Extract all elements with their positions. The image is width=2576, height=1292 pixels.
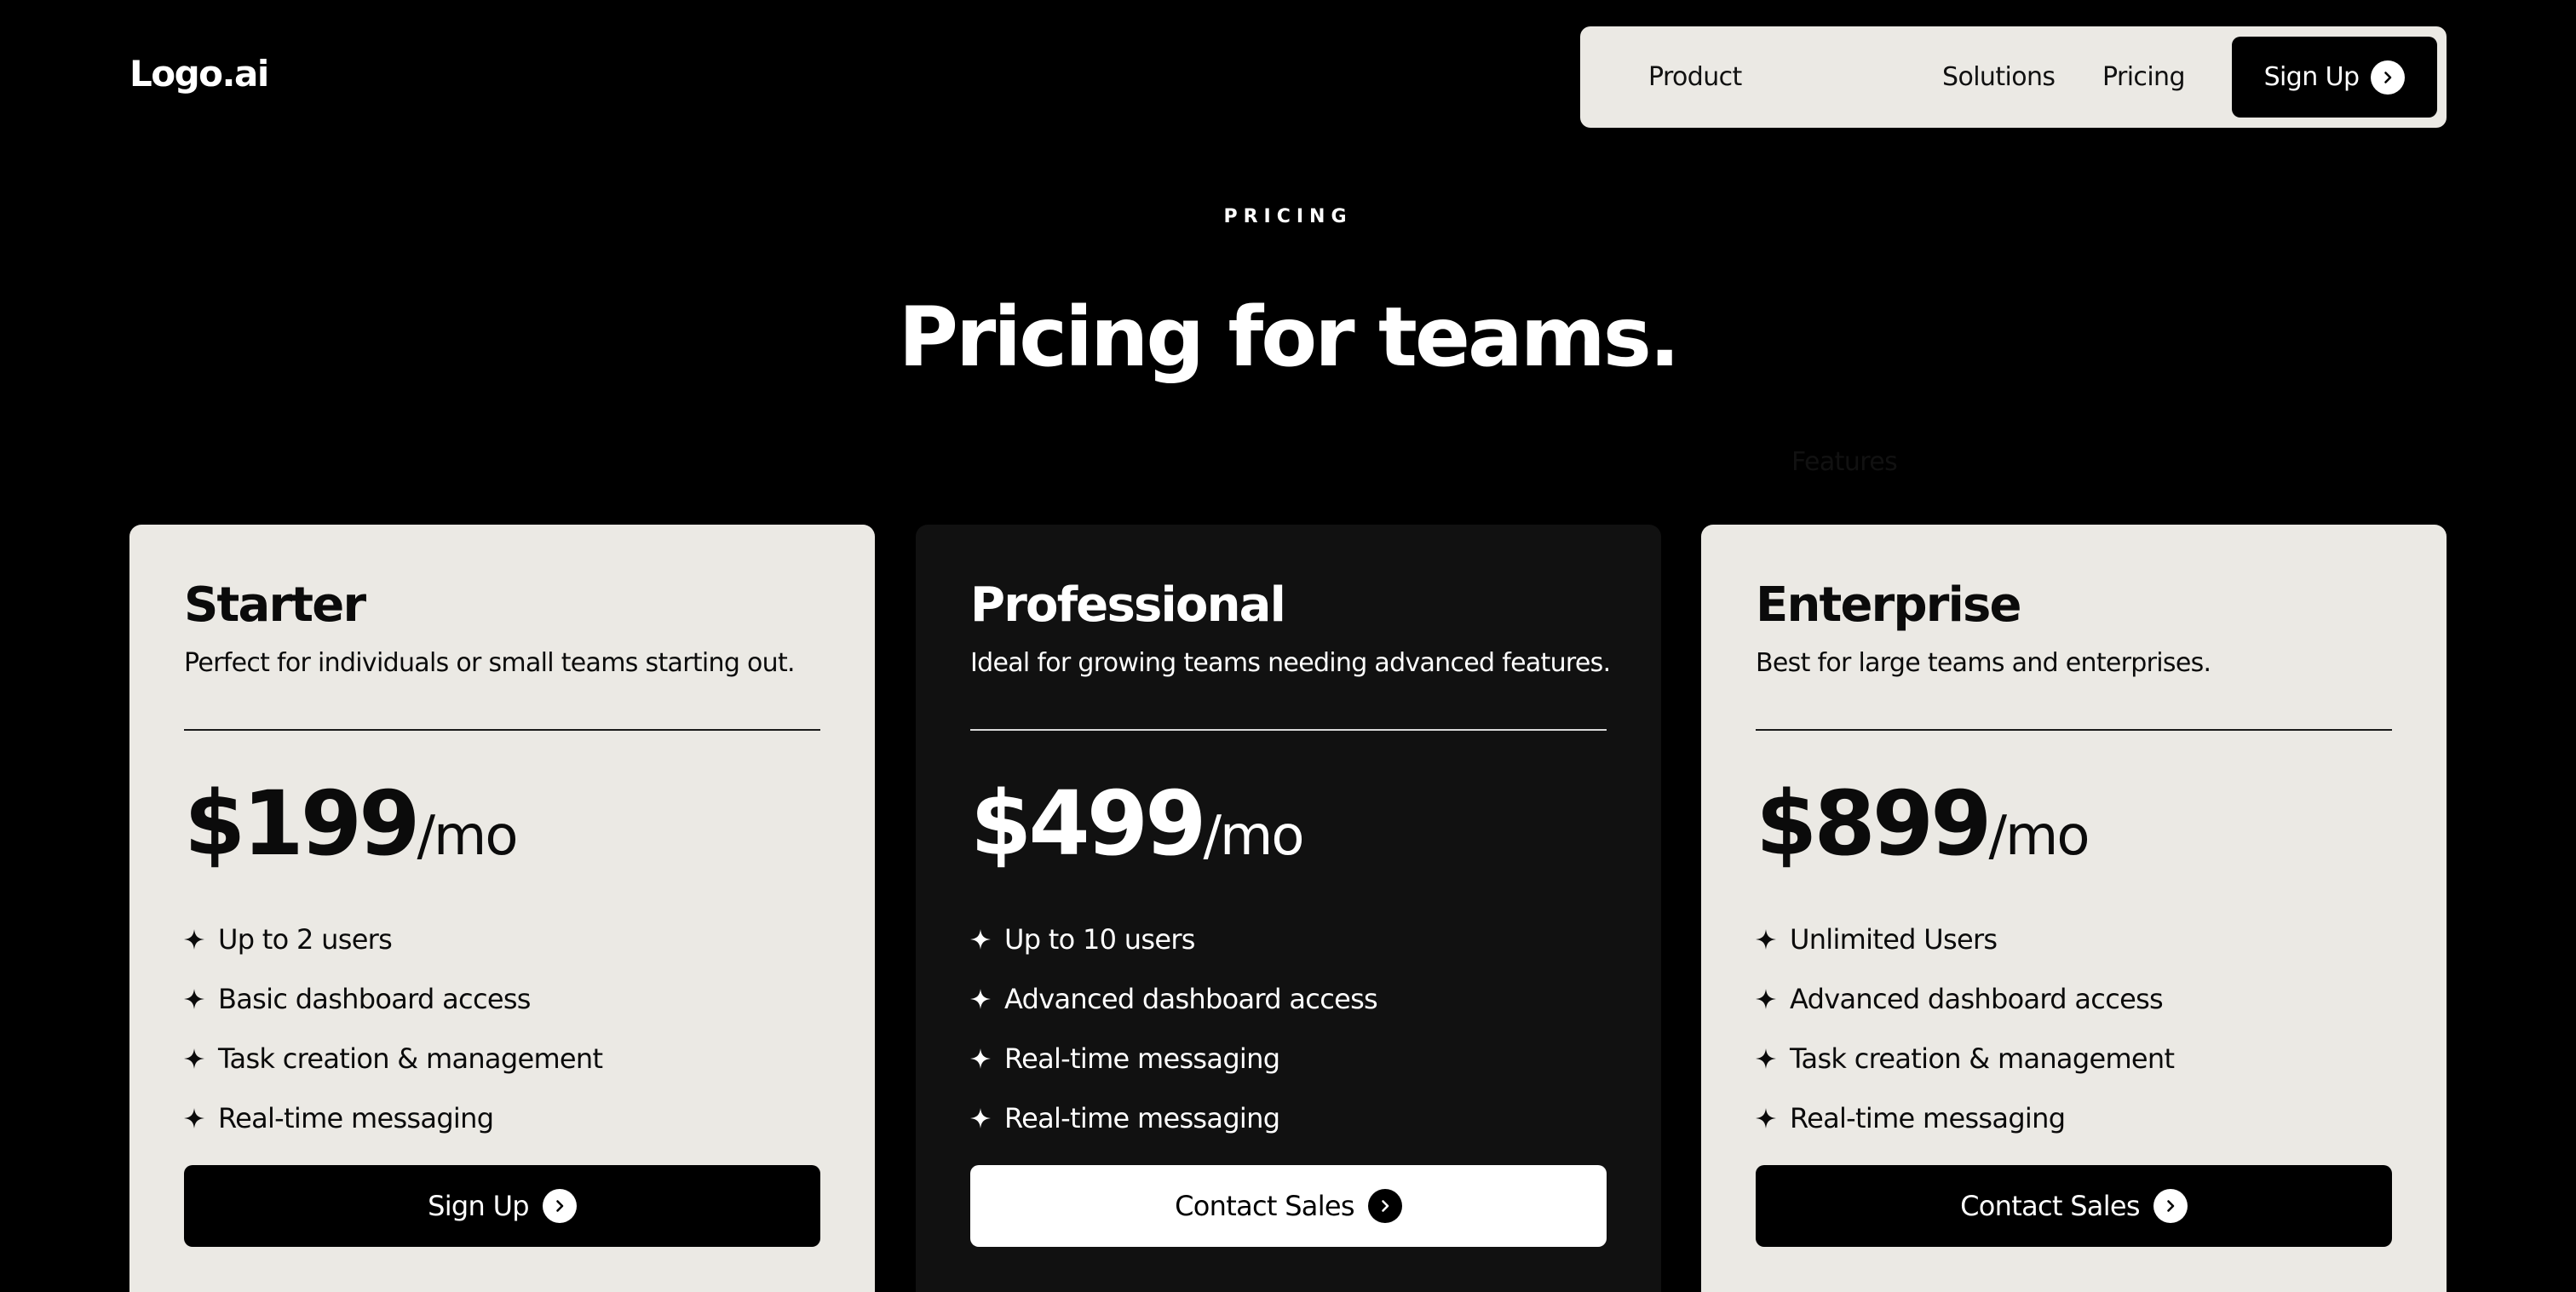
sparkle-icon <box>1756 1048 1776 1069</box>
enterprise-contact-sales-button[interactable]: Contact Sales <box>1756 1165 2392 1247</box>
feature-label: Advanced dashboard access <box>1004 983 1378 1015</box>
price-period: /mo <box>1203 805 1304 868</box>
feature-list: Up to 10 users Advanced dashboard access… <box>970 910 1378 1148</box>
nav-pricing-link[interactable]: Pricing <box>2102 26 2186 128</box>
cta-label: Contact Sales <box>1960 1190 2140 1222</box>
cta-label: Sign Up <box>428 1190 530 1222</box>
price-period: /mo <box>1988 805 2090 868</box>
sparkle-icon <box>970 929 991 950</box>
feature-label: Task creation & management <box>1790 1042 2175 1075</box>
feature-label: Advanced dashboard access <box>1790 983 2164 1015</box>
price-period: /mo <box>417 805 518 868</box>
sparkle-icon <box>184 1048 204 1069</box>
sparkle-icon <box>1756 1108 1776 1128</box>
plan-price: $499 /mo <box>970 772 1305 876</box>
feature-label: Real-time messaging <box>1004 1102 1280 1134</box>
price-amount: $499 <box>970 772 1206 876</box>
starter-sign-up-button[interactable]: Sign Up <box>184 1165 820 1247</box>
sparkle-icon <box>1756 989 1776 1009</box>
chevron-right-circle-icon <box>2371 60 2406 95</box>
sparkle-icon <box>970 1048 991 1069</box>
sparkle-icon <box>184 989 204 1009</box>
feature-item: Real-time messaging <box>1756 1088 2174 1148</box>
feature-item: Basic dashboard access <box>184 969 602 1029</box>
chevron-right-circle-icon <box>542 1189 577 1223</box>
nav-solutions-link[interactable]: Solutions <box>1942 26 2056 128</box>
feature-item: Unlimited Users <box>1756 910 2174 969</box>
plan-price: $899 /mo <box>1756 772 2090 876</box>
feature-label: Up to 2 users <box>218 923 393 956</box>
nav-sign-up-button[interactable]: Sign Up <box>2232 37 2437 118</box>
feature-label: Real-time messaging <box>1790 1102 2066 1134</box>
feature-item: Real-time messaging <box>970 1029 1377 1088</box>
feature-item: Task creation & management <box>184 1029 603 1088</box>
feature-list: Unlimited Users Advanced dashboard acces… <box>1756 910 2175 1148</box>
feature-item: Real-time messaging <box>970 1088 1377 1148</box>
plan-description: Ideal for growing teams needing advanced… <box>970 648 1611 678</box>
nav-features-link[interactable]: Features <box>1791 411 1898 513</box>
plan-card-professional: Professional Ideal for growing teams nee… <box>916 525 1661 1292</box>
feature-label: Basic dashboard access <box>218 983 531 1015</box>
feature-list: Up to 2 users Basic dashboard access Tas… <box>184 910 603 1148</box>
plan-name: Professional <box>970 577 1286 633</box>
feature-item: Real-time messaging <box>184 1088 602 1148</box>
feature-item: Advanced dashboard access <box>970 969 1378 1029</box>
sparkle-icon <box>1756 929 1776 950</box>
feature-label: Unlimited Users <box>1790 923 1998 956</box>
chevron-right-circle-icon <box>2153 1189 2188 1223</box>
sparkle-icon <box>184 929 204 950</box>
cta-label: Contact Sales <box>1175 1190 1354 1222</box>
feature-label: Real-time messaging <box>1004 1042 1280 1075</box>
pricing-page: Logo.ai Product Features Solutions Prici… <box>0 0 2576 1292</box>
sparkle-icon <box>970 989 991 1009</box>
feature-label: Task creation & management <box>218 1042 603 1075</box>
feature-item: Up to 10 users <box>970 910 1377 969</box>
divider <box>1756 729 2392 731</box>
plan-price: $199 /mo <box>184 772 519 876</box>
feature-label: Up to 10 users <box>1004 923 1195 956</box>
logo[interactable]: Logo.ai <box>129 53 269 95</box>
nav-sign-up-label: Sign Up <box>2263 62 2360 92</box>
plan-card-starter: Starter Perfect for individuals or small… <box>129 525 875 1292</box>
chevron-right-circle-icon <box>1367 1189 1402 1223</box>
sparkle-icon <box>184 1108 204 1128</box>
divider <box>184 729 820 731</box>
plan-card-enterprise: Enterprise Best for large teams and ente… <box>1701 525 2447 1292</box>
feature-label: Real-time messaging <box>218 1102 494 1134</box>
feature-item: Advanced dashboard access <box>1756 969 2174 1029</box>
feature-item: Task creation & management <box>1756 1029 2175 1088</box>
sparkle-icon <box>970 1108 991 1128</box>
plan-name: Enterprise <box>1756 577 2022 633</box>
plan-description: Perfect for individuals or small teams s… <box>184 648 796 678</box>
plan-name: Starter <box>184 577 366 633</box>
page-title: Pricing for teams. <box>898 290 1681 385</box>
nav-product-link[interactable]: Product <box>1648 26 1742 128</box>
plan-description: Best for large teams and enterprises. <box>1756 648 2211 678</box>
top-nav: Product Features Solutions Pricing Sign … <box>1580 26 2447 477</box>
section-eyebrow: PRICING <box>1223 206 1353 227</box>
price-amount: $899 <box>1756 772 1992 876</box>
feature-item: Up to 2 users <box>184 910 602 969</box>
price-amount: $199 <box>184 772 420 876</box>
professional-contact-sales-button[interactable]: Contact Sales <box>970 1165 1607 1247</box>
divider <box>970 729 1607 731</box>
